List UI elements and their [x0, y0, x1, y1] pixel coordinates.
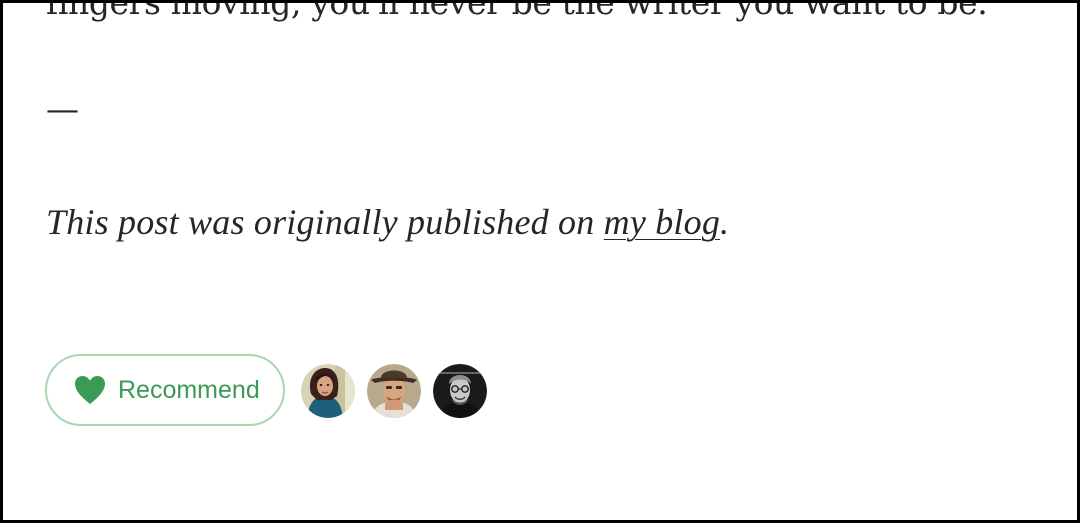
article-paragraph: fingers moving, you'll never be the writ…: [46, 3, 988, 22]
footer-note-prefix: This post was originally published on: [46, 202, 604, 242]
recommenders-list: [301, 364, 487, 418]
recommend-button[interactable]: Recommend: [45, 354, 285, 426]
avatar[interactable]: [301, 364, 355, 418]
avatar[interactable]: [433, 364, 487, 418]
section-separator: —: [46, 89, 79, 128]
footer-note-suffix: .: [720, 202, 730, 242]
article-frame: fingers moving, you'll never be the writ…: [3, 3, 1077, 520]
heart-icon: [74, 375, 106, 405]
avatar[interactable]: [367, 364, 421, 418]
blog-link[interactable]: my blog: [604, 202, 720, 242]
footer-note: This post was originally published on my…: [46, 201, 729, 243]
recommend-label: Recommend: [118, 375, 260, 404]
